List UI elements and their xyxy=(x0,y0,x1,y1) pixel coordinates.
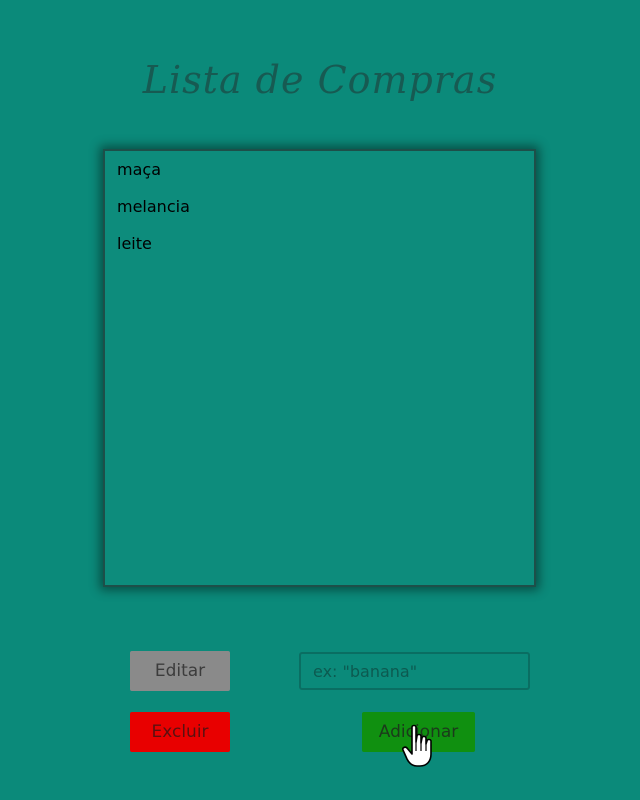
hand-pointer-icon xyxy=(402,724,432,767)
page-title: Lista de Compras xyxy=(142,58,498,102)
list-item[interactable]: maça xyxy=(117,159,522,196)
list-item[interactable]: melancia xyxy=(117,196,522,233)
edit-button[interactable]: Editar xyxy=(130,651,230,691)
list-item[interactable]: leite xyxy=(117,233,522,270)
delete-button[interactable]: Excluir xyxy=(130,712,230,752)
shopping-list[interactable]: maça melancia leite xyxy=(103,149,536,587)
item-input[interactable] xyxy=(299,652,530,690)
